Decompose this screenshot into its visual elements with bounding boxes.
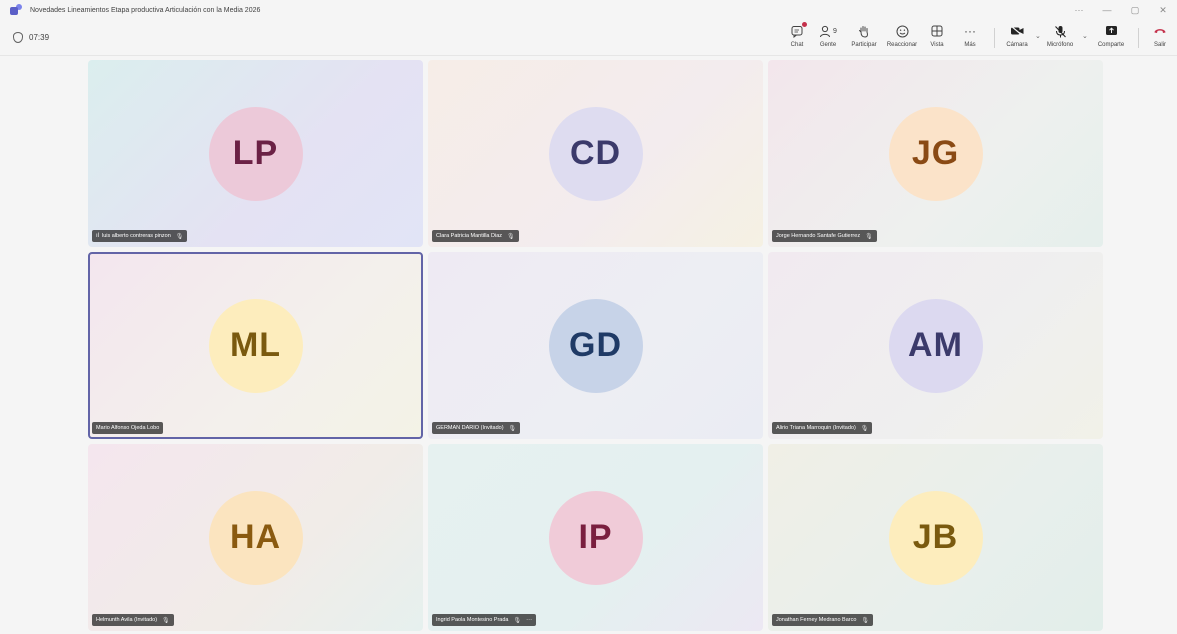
grid-view-icon [931,23,943,39]
people-icon: 9 [819,23,837,39]
participant-tile[interactable]: AM Alirio Triana Marroquin (Invitado) 🎙︎ [768,252,1103,439]
participant-tile[interactable]: LP ıl luis alberto contreras pinzon 🎙︎ [88,60,423,247]
participant-nameplate: Jorge Hernando Santafe Gutierrez 🎙︎ [772,230,877,242]
avatar: AM [888,298,983,393]
view-button[interactable]: Vista [926,23,948,53]
leave-button[interactable]: Salir [1150,23,1170,53]
camera-label: Cámara [1006,42,1028,48]
participant-tile[interactable]: IP Ingrid Paola Montesino Prada 🎙︎ ··· [428,444,763,631]
more-button[interactable]: ··· Más [960,23,980,53]
network-signal-icon: ıl [96,233,99,239]
participant-nameplate: GERMAN DARIO (Invitado) 🎙︎ [432,422,521,434]
mic-off-icon [1054,23,1067,39]
raise-hand-button[interactable]: Participar [849,23,879,53]
participant-name: luis alberto contreras pinzon [102,233,171,239]
chat-icon [791,22,807,39]
participant-nameplate: Helmunth Avila (Invitado) 🎙︎ [92,614,174,626]
participant-name: Jorge Hernando Santafe Gutierrez [776,233,861,239]
mic-button[interactable]: Micrófono [1044,23,1076,53]
participant-grid: LP ıl luis alberto contreras pinzon 🎙︎ C… [88,60,1104,632]
hand-icon [858,23,870,39]
toolbar-divider [994,28,995,48]
mic-label: Micrófono [1046,42,1074,48]
chat-button[interactable]: Chat [786,22,808,53]
mic-options-chevron-icon[interactable]: ⌄ [1082,32,1088,40]
teams-logo-icon [10,4,22,16]
minimize-button[interactable]: — [1093,5,1121,15]
raise-hand-label: Participar [851,42,877,48]
share-button[interactable]: Comparte [1096,23,1126,53]
mic-muted-icon: 🎙︎ [162,617,170,624]
avatar: JG [888,106,983,201]
participant-name: GERMAN DARIO (Invitado) [436,425,504,431]
participant-nameplate: Clara Patricia Mantilla Diaz 🎙︎ [432,230,519,242]
meeting-timer: 07:39 [13,32,49,43]
title-bar: Novedades Lineamientos Etapa productiva … [0,0,1177,20]
react-label: Reaccionar [886,42,918,48]
more-icon: ··· [964,24,976,38]
participant-name: Clara Patricia Mantilla Diaz [436,233,503,239]
participant-name: Mario Alfonso Ojeda Lobo [96,425,160,431]
avatar: LP [208,106,303,201]
participant-nameplate: Ingrid Paola Montesino Prada 🎙︎ ··· [432,614,537,626]
avatar: HA [208,490,303,585]
participant-tile[interactable]: JB Jonathan Ferney Medrano Barco 🎙︎ [768,444,1103,631]
window-title: Novedades Lineamientos Etapa productiva … [30,6,261,14]
camera-off-icon [1010,23,1025,39]
mic-muted-icon: 🎙︎ [513,617,522,624]
participant-tile[interactable]: GD GERMAN DARIO (Invitado) 🎙︎ [428,252,763,439]
mic-muted-icon: 🎙︎ [860,425,869,432]
avatar: ML [208,298,303,393]
avatar: IP [548,490,643,585]
camera-button[interactable]: Cámara [1004,23,1030,53]
participant-nameplate: Jonathan Ferney Medrano Barco 🎙︎ [772,614,874,626]
avatar: GD [548,298,643,393]
unread-badge [801,22,807,27]
hang-up-icon [1153,23,1167,39]
view-label: Vista [930,42,944,48]
leave-label: Salir [1153,42,1166,48]
participant-tile[interactable]: CD Clara Patricia Mantilla Diaz 🎙︎ [428,60,763,247]
people-count: 9 [833,27,837,35]
toolbar-divider [1138,28,1139,48]
participant-tile-speaking[interactable]: ML Mario Alfonso Ojeda Lobo [88,252,423,439]
share-screen-icon [1105,23,1118,39]
share-label: Comparte [1097,42,1125,48]
participant-nameplate: Alirio Triana Marroquin (Invitado) 🎙︎ [772,422,873,434]
window-controls: ··· — ▢ ✕ [1065,0,1177,20]
mic-muted-icon: 🎙︎ [508,425,517,432]
more-label: Más [964,42,976,48]
chat-label: Chat [790,42,804,48]
participant-tile[interactable]: JG Jorge Hernando Santafe Gutierrez 🎙︎ [768,60,1103,247]
timer-text: 07:39 [29,33,50,42]
mic-muted-icon: 🎙︎ [175,233,184,240]
participant-nameplate: Mario Alfonso Ojeda Lobo [92,422,164,434]
people-label: Gente [819,42,837,48]
meeting-toolbar: 07:39 Chat 9 Gente Participar Reaccionar… [0,20,1177,56]
avatar: JB [888,490,983,585]
smile-icon [896,23,909,39]
restore-button[interactable]: ▢ [1121,5,1149,16]
avatar: CD [548,106,643,201]
participant-tile[interactable]: HA Helmunth Avila (Invitado) 🎙︎ [88,444,423,631]
people-button[interactable]: 9 Gente [816,23,840,53]
camera-options-chevron-icon[interactable]: ⌄ [1035,32,1041,40]
participant-name: Helmunth Avila (Invitado) [96,617,158,623]
window-more-button[interactable]: ··· [1065,5,1093,15]
participant-name: Ingrid Paola Montesino Prada [436,617,509,623]
react-button[interactable]: Reaccionar [884,23,920,53]
shield-icon [13,32,23,43]
mic-muted-icon: 🎙︎ [861,617,870,624]
participant-nameplate: ıl luis alberto contreras pinzon 🎙︎ [92,230,188,242]
participant-more-icon[interactable]: ··· [526,617,532,623]
close-window-button[interactable]: ✕ [1149,5,1177,16]
mic-muted-icon: 🎙︎ [865,233,873,240]
mic-muted-icon: 🎙︎ [507,233,515,240]
participant-name: Jonathan Ferney Medrano Barco [776,617,857,623]
participant-name: Alirio Triana Marroquin (Invitado) [776,425,856,431]
